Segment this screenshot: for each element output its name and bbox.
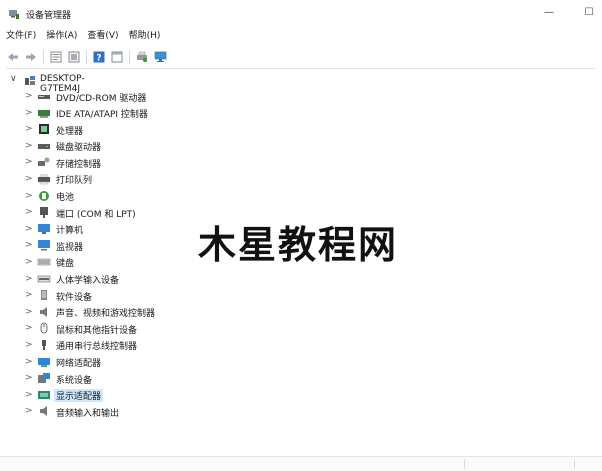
toolbar: ? — [6, 48, 171, 66]
battery-icon — [37, 190, 51, 202]
expand-chevron-icon[interactable]: > — [25, 108, 33, 118]
window-title: 设备管理器 — [26, 11, 72, 21]
hid-icon — [37, 273, 51, 285]
tree-item-label: 软件设备 — [56, 292, 93, 303]
expand-chevron-icon[interactable]: > — [25, 91, 33, 101]
tree-item-label: DVD/CD-ROM 驱动器 — [56, 93, 147, 104]
forward-arrow-icon[interactable] — [24, 50, 38, 64]
monitor-icon — [37, 239, 51, 251]
toolbar-separator — [129, 50, 130, 64]
expand-chevron-icon[interactable]: > — [25, 390, 33, 400]
expand-chevron-icon[interactable]: > — [25, 357, 33, 367]
menu-help[interactable]: 帮助(H) — [129, 28, 161, 44]
expand-chevron-icon[interactable]: > — [25, 290, 33, 300]
tree-item-label: 音频输入和输出 — [56, 408, 120, 419]
disk-drive-icon — [37, 140, 51, 152]
expand-chevron-icon[interactable]: > — [25, 240, 33, 250]
menu-view[interactable]: 查看(V) — [87, 28, 118, 44]
monitor-icon[interactable] — [153, 50, 167, 64]
title-bar: 设备管理器 — ☐ — [0, 0, 602, 28]
tree-item-label: 声音、视频和游戏控制器 — [56, 309, 156, 320]
maximize-button[interactable]: ☐ — [580, 6, 598, 20]
print-icon[interactable] — [135, 50, 149, 64]
tree-item-label: 打印队列 — [56, 176, 93, 187]
computer-icon — [37, 223, 51, 235]
panel-view-icon[interactable] — [110, 50, 124, 64]
toolbar-separator — [43, 50, 44, 64]
cpu-icon — [37, 123, 51, 135]
expand-chevron-icon[interactable]: > — [25, 323, 33, 333]
expand-chevron-icon[interactable]: > — [25, 224, 33, 234]
status-divider — [464, 459, 465, 469]
tree-item-label: 鼠标和其他指针设备 — [56, 325, 138, 336]
toolbar-separator — [86, 50, 87, 64]
collapse-chevron-icon[interactable]: ∨ — [10, 74, 17, 84]
expand-chevron-icon[interactable]: > — [25, 340, 33, 350]
menu-bar: 文件(F) 操作(A) 查看(V) 帮助(H) — [6, 28, 170, 44]
help-icon[interactable]: ? — [92, 50, 106, 64]
expand-chevron-icon[interactable]: > — [25, 207, 33, 217]
status-bar — [0, 456, 602, 471]
watermark-text: 木星教程网 — [198, 223, 399, 267]
expand-chevron-icon[interactable]: > — [25, 257, 33, 267]
list-view-icon[interactable] — [67, 50, 81, 64]
display-adapter-icon — [37, 389, 51, 401]
tree-item-label: 监视器 — [56, 242, 84, 253]
expand-chevron-icon[interactable]: > — [25, 274, 33, 284]
back-arrow-icon[interactable] — [6, 50, 20, 64]
tree-item-label: 端口 (COM 和 LPT) — [56, 209, 136, 220]
expand-chevron-icon[interactable]: > — [25, 307, 33, 317]
tree-item-label: 存储控制器 — [56, 159, 102, 170]
minimize-button[interactable]: — — [540, 6, 558, 20]
mouse-icon — [37, 322, 51, 334]
tree-item-label: 计算机 — [56, 226, 84, 237]
expand-chevron-icon[interactable]: > — [25, 157, 33, 167]
printer-icon — [37, 173, 51, 185]
ide-controller-icon — [37, 107, 51, 119]
expand-chevron-icon[interactable]: > — [25, 373, 33, 383]
menu-file[interactable]: 文件(F) — [6, 28, 36, 44]
expand-chevron-icon[interactable]: > — [25, 141, 33, 151]
speaker-icon — [37, 306, 51, 318]
tree-item-label: 处理器 — [56, 126, 84, 137]
audio-io-icon — [37, 405, 51, 417]
tree-item-label: IDE ATA/ATAPI 控制器 — [56, 110, 148, 121]
status-divider — [574, 459, 575, 469]
svg-text:?: ? — [96, 54, 101, 64]
tree-item-label: 系统设备 — [56, 375, 93, 386]
tree-item-label: 显示适配器 — [54, 389, 104, 403]
network-adapter-icon — [37, 356, 51, 368]
keyboard-icon — [37, 256, 51, 268]
software-device-icon — [37, 289, 51, 301]
tree-item-label: 键盘 — [56, 259, 75, 270]
expand-chevron-icon[interactable]: > — [25, 191, 33, 201]
menu-action[interactable]: 操作(A) — [46, 28, 77, 44]
storage-controller-icon — [37, 156, 51, 168]
tree-item-label: 网络适配器 — [56, 359, 102, 369]
tree-item-label: 通用串行总线控制器 — [56, 342, 138, 353]
computer-root-icon — [24, 74, 36, 89]
expand-chevron-icon[interactable]: > — [25, 174, 33, 184]
expand-chevron-icon[interactable]: > — [25, 406, 33, 416]
toolbar-divider — [6, 68, 596, 69]
system-device-icon — [37, 372, 51, 384]
expand-chevron-icon[interactable]: > — [25, 124, 33, 134]
device-manager-app-icon — [8, 8, 20, 20]
dvd-drive-icon — [37, 90, 51, 102]
tree-item-label: 磁盘驱动器 — [56, 143, 102, 154]
tree-item-label: 人体学输入设备 — [56, 276, 120, 287]
usb-icon — [37, 339, 51, 351]
port-icon — [37, 206, 51, 219]
tree-item-label: 电池 — [56, 193, 75, 204]
properties-icon[interactable] — [49, 50, 63, 64]
